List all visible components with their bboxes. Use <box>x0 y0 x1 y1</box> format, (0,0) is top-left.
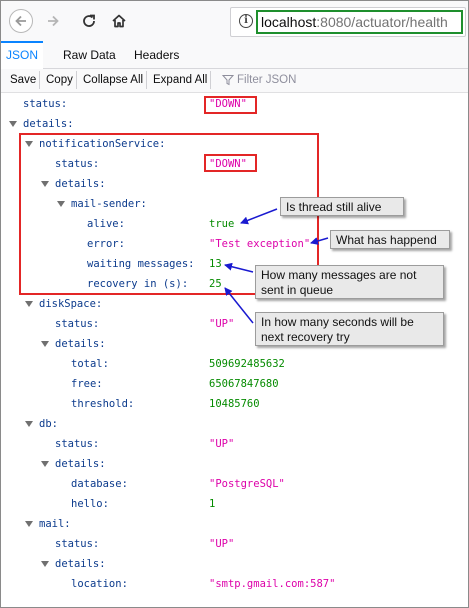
tree-key: status: <box>55 318 100 330</box>
reload-icon <box>83 14 95 27</box>
tree-key: hello: <box>71 498 109 510</box>
tree-row-expandable[interactable]: db: <box>1 414 468 434</box>
tree-row: database: "PostgreSQL" <box>1 474 468 494</box>
tree-row: status: "UP" <box>1 434 468 454</box>
navigation-bar: i localhost:8080/actuator/health <box>1 1 468 41</box>
tab-raw-data[interactable]: Raw Data <box>63 41 116 67</box>
tree-key: details: <box>55 558 106 570</box>
tree-row: location: "smtp.gmail.com:587" <box>1 574 468 594</box>
url-path: :8080/actuator/health <box>316 14 448 30</box>
callout-recovery-seconds: In how many seconds will be next recover… <box>255 312 444 346</box>
tree-row-expandable[interactable]: details: <box>1 114 468 134</box>
browser-window: i localhost:8080/actuator/health JSON Ra… <box>0 0 469 608</box>
tree-value: 1 <box>209 498 216 510</box>
tree-value: "UP" <box>209 538 235 550</box>
tree-value: 509692485632 <box>209 358 285 370</box>
tree-key: location: <box>71 578 128 590</box>
highlight-notification-status-value <box>204 154 257 172</box>
url-bar[interactable]: i localhost:8080/actuator/health <box>230 7 466 37</box>
tree-value: 10485760 <box>209 398 260 410</box>
save-button[interactable]: Save <box>7 71 41 89</box>
tree-value: "PostgreSQL" <box>209 478 285 490</box>
tree-key: threshold: <box>71 398 135 410</box>
home-button[interactable] <box>107 9 131 33</box>
reload-button[interactable] <box>77 9 101 33</box>
expand-all-button[interactable]: Expand All <box>150 71 212 89</box>
callout-messages-not-sent: How many messages are not sent in queue <box>255 265 444 299</box>
forward-button[interactable] <box>41 9 65 33</box>
url-host: localhost <box>261 14 317 30</box>
tree-key: status: <box>55 438 100 450</box>
expand-toggle-icon[interactable] <box>9 121 17 127</box>
site-info-icon[interactable]: i <box>239 14 253 28</box>
tree-value: "smtp.gmail.com:587" <box>209 578 336 590</box>
expand-toggle-icon[interactable] <box>25 421 33 427</box>
callout-what-happened: What has happend <box>330 230 450 249</box>
expand-toggle-icon[interactable] <box>41 461 49 467</box>
expand-toggle-icon[interactable] <box>25 521 33 527</box>
expand-toggle-icon[interactable] <box>41 561 49 567</box>
tree-key: status: <box>23 98 68 110</box>
tree-row: free: 65067847680 <box>1 374 468 394</box>
tree-key: total: <box>71 358 109 370</box>
back-button[interactable] <box>9 9 33 33</box>
tab-headers[interactable]: Headers <box>134 41 179 67</box>
tree-key: diskSpace: <box>39 298 103 310</box>
tree-row: total: 509692485632 <box>1 354 468 374</box>
filter-json-input[interactable]: Filter JSON <box>237 71 296 90</box>
url-text[interactable]: localhost:8080/actuator/health <box>256 10 463 34</box>
tree-row-expandable[interactable]: mail: <box>1 514 468 534</box>
forward-arrow-icon <box>48 15 59 27</box>
tree-row-expandable[interactable]: details: <box>1 454 468 474</box>
tree-value: "UP" <box>209 318 235 330</box>
tree-key: free: <box>71 378 103 390</box>
tree-key: details: <box>55 458 106 470</box>
filter-icon <box>222 75 234 86</box>
highlight-status-value <box>204 96 257 114</box>
tree-row-expandable[interactable]: details: <box>1 554 468 574</box>
tree-key: details: <box>55 338 106 350</box>
back-arrow-icon <box>15 15 26 27</box>
tree-key: details: <box>23 118 74 130</box>
tab-json[interactable]: JSON <box>1 41 43 69</box>
tree-key: database: <box>71 478 128 490</box>
copy-button[interactable]: Copy <box>43 71 77 89</box>
tree-row: threshold: 10485760 <box>1 394 468 414</box>
home-icon <box>112 14 126 28</box>
expand-toggle-icon[interactable] <box>25 301 33 307</box>
tree-row: status: "UP" <box>1 534 468 554</box>
json-toolbar: Save Copy Collapse All Expand All Filter… <box>1 69 468 93</box>
expand-toggle-icon[interactable] <box>41 341 49 347</box>
tree-value: 65067847680 <box>209 378 279 390</box>
tree-row: hello: 1 <box>1 494 468 514</box>
tree-value: "UP" <box>209 438 235 450</box>
tree-key: status: <box>55 538 100 550</box>
json-viewer-tabs: JSON Raw Data Headers <box>1 41 468 69</box>
tree-key: db: <box>39 418 58 430</box>
callout-thread-alive: Is thread still alive <box>280 197 404 216</box>
tree-key: mail: <box>39 518 71 530</box>
collapse-all-button[interactable]: Collapse All <box>80 71 148 89</box>
